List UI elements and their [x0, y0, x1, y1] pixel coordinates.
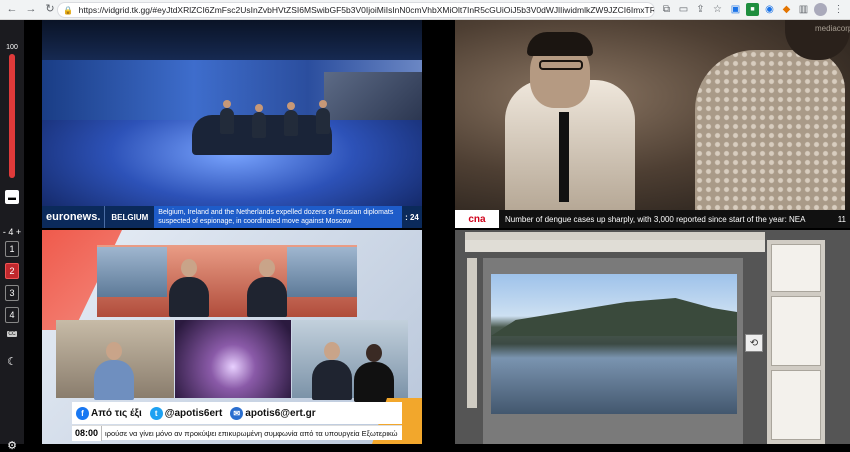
- dancing-man-tie: [559, 112, 569, 202]
- volume-slider-fill: [9, 54, 15, 178]
- profile-avatar[interactable]: [814, 3, 827, 16]
- ert-clock: 08:00: [72, 425, 103, 441]
- ert-social-bar: f Από τις έξι t @apotis6ert ✉ apotis6@er…: [72, 402, 402, 424]
- guest-figure: [316, 108, 330, 134]
- side-panel-icon[interactable]: ▥: [797, 3, 810, 16]
- dancing-woman-dress: [695, 50, 845, 210]
- url-text: https://vidgrid.tk.gg/#eyJtdXRlZCI6ZmFsc…: [78, 5, 654, 15]
- bookmark-star-icon[interactable]: ☆: [711, 3, 724, 16]
- twitter-icon: t: [149, 406, 163, 420]
- reporter-head: [366, 344, 382, 362]
- anchor-head: [259, 259, 275, 277]
- photoshop-toolbox: [467, 258, 477, 408]
- extension-blue-icon[interactable]: ◉: [763, 3, 776, 16]
- extension-green-icon[interactable]: ■: [746, 3, 759, 16]
- extension-orange-icon[interactable]: ◆: [780, 3, 793, 16]
- ert-inset-virus-graphic: [175, 320, 291, 398]
- ert-ticker-text: ιρούσε να γίνει μόνο αν προκύψει επικυρω…: [105, 428, 398, 438]
- captions-button[interactable]: CC: [7, 331, 17, 337]
- presenter-head: [223, 100, 231, 108]
- presenter-figure: [220, 108, 234, 134]
- open-in-new-icon[interactable]: ⧉: [660, 3, 673, 16]
- studio-window: [287, 247, 357, 297]
- photoshop-panels: [767, 240, 825, 444]
- anchor-figure: [247, 277, 287, 317]
- studio-video-wall: [324, 72, 422, 122]
- euronews-lower-third: euronews. BELGIUM Belgium, Ireland and t…: [42, 206, 422, 228]
- guest-figure: [284, 110, 298, 136]
- guest-head: [319, 100, 327, 108]
- video-tile-photoshop[interactable]: ⟲: [455, 230, 850, 444]
- guest-head: [106, 342, 122, 360]
- reporter-figure: [312, 360, 352, 400]
- euronews-region: BELGIUM: [104, 206, 154, 228]
- translate-extension-icon[interactable]: ▣: [729, 3, 742, 16]
- volume-slider[interactable]: [9, 54, 15, 178]
- facebook-handle: f Από τις έξι: [76, 406, 142, 420]
- layout-button-2[interactable]: 2: [5, 263, 19, 279]
- lake-mountain-photo: [491, 274, 737, 414]
- share-icon[interactable]: ⇪: [694, 3, 707, 16]
- dancing-man-hair: [527, 32, 593, 56]
- settings-gear-icon[interactable]: ⚙: [5, 438, 19, 452]
- photoshop-menu-bar: [465, 232, 765, 240]
- euronews-time: : 24: [405, 212, 419, 222]
- cna-lower-third: cna Number of dengue cases up sharply, w…: [455, 210, 850, 228]
- guest-figure: [252, 112, 266, 138]
- color-panel: [771, 244, 821, 292]
- address-bar[interactable]: 🔒 https://vidgrid.tk.gg/#eyJtdXRlZCI6ZmF…: [57, 2, 655, 18]
- guest-head: [255, 104, 263, 112]
- layout-button-1[interactable]: 1: [5, 241, 19, 257]
- guest-head: [287, 102, 295, 110]
- video-tile-euronews[interactable]: euronews. BELGIUM Belgium, Ireland and t…: [42, 20, 422, 228]
- vidgrid-sidebar: 100 ▬ - 4 + 1 2 3 4 CC ☾ ⚙: [0, 20, 24, 452]
- anchor-head: [181, 259, 197, 277]
- ert-news-ticker: 08:00 ιρούσε να γίνει μόνο αν προκύψει ε…: [72, 425, 402, 441]
- browser-toolbar: ← → ↻ 🔒 https://vidgrid.tk.gg/#eyJtdXRlZ…: [0, 0, 850, 20]
- back-icon[interactable]: ←: [5, 3, 19, 17]
- euronews-logo: euronews.: [42, 206, 105, 228]
- reload-icon[interactable]: ↻: [43, 3, 57, 17]
- menu-dots-icon[interactable]: ⋮: [832, 3, 845, 16]
- facebook-icon: f: [76, 406, 89, 420]
- dark-mode-moon-icon[interactable]: ☾: [5, 354, 19, 368]
- dancing-man-glasses: [539, 60, 583, 70]
- volume-value: 100: [6, 44, 18, 51]
- layout-toggle-icon[interactable]: ▬: [5, 190, 19, 204]
- layout-button-4[interactable]: 4: [5, 307, 19, 323]
- lock-icon: 🔒: [63, 5, 73, 15]
- cna-headline: Number of dengue cases up sharply, with …: [505, 214, 806, 224]
- cast-icon[interactable]: ▭: [677, 3, 690, 16]
- forward-icon[interactable]: →: [24, 3, 38, 17]
- video-tile-ert[interactable]: f Από τις έξι t @apotis6ert ✉ apotis6@er…: [42, 230, 422, 444]
- mediacorp-watermark: mediacorp: [815, 24, 850, 33]
- reporter-figure: [354, 362, 394, 402]
- cna-logo: cna: [455, 210, 499, 228]
- ert-inset-guest: [56, 320, 174, 400]
- guest-figure: [94, 360, 134, 400]
- clone-tool-icon: ⟲: [745, 334, 763, 352]
- adjustments-panel: [771, 296, 821, 366]
- ert-studio-shot: [97, 245, 357, 317]
- anchor-figure: [169, 277, 209, 317]
- layout-button-3[interactable]: 3: [5, 285, 19, 301]
- studio-window: [97, 247, 167, 297]
- email-handle: ✉ apotis6@ert.gr: [230, 406, 316, 420]
- email-icon: ✉: [230, 406, 244, 420]
- video-tile-cna[interactable]: mediacorp cna Number of dengue cases up …: [455, 20, 850, 228]
- photoshop-options-bar: [465, 240, 765, 252]
- grid-count-stepper[interactable]: - 4 +: [0, 227, 24, 237]
- euronews-headline: Belgium, Ireland and the Netherlands exp…: [154, 206, 402, 228]
- ert-inset-pharmacy: [292, 320, 408, 402]
- cna-time: 11: [837, 214, 846, 224]
- reporter-head: [324, 342, 340, 360]
- twitter-handle: t @apotis6ert: [149, 406, 222, 420]
- layers-panel: [771, 370, 821, 440]
